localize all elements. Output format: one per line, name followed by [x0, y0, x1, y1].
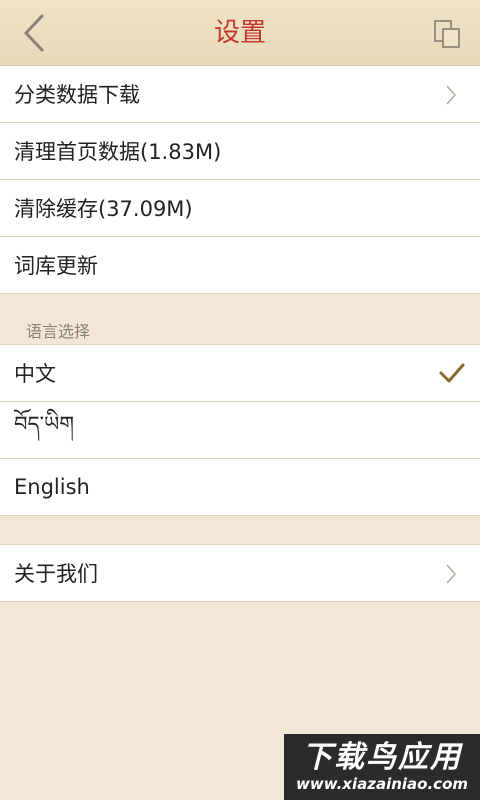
app-header: 设置	[0, 0, 480, 66]
language-option-tibetan[interactable]: བོད་ཡིག	[0, 402, 480, 459]
copy-icon	[434, 20, 460, 48]
row-category-download[interactable]: 分类数据下载	[0, 66, 480, 123]
row-clear-home-data[interactable]: 清理首页数据(1.83M)	[0, 123, 480, 180]
row-dictionary-update[interactable]: 词库更新	[0, 237, 480, 294]
row-label: 清理首页数据(1.83M)	[14, 140, 222, 164]
about-list: 关于我们	[0, 544, 480, 602]
page-title: 设置	[213, 18, 266, 48]
row-about-us[interactable]: 关于我们	[0, 545, 480, 602]
row-label: བོད་ཡིག	[14, 411, 75, 436]
language-list: 中文 བོད་ཡིག English	[0, 344, 480, 516]
copy-button[interactable]	[430, 16, 466, 52]
row-clear-cache[interactable]: 清除缓存(37.09M)	[0, 180, 480, 237]
chevron-right-icon	[446, 564, 457, 584]
settings-list: 分类数据下载 清理首页数据(1.83M) 清除缓存(37.09M) 词库更新	[0, 66, 480, 294]
watermark-url-text: www.xiazainiao.com	[295, 775, 469, 793]
row-label: 清除缓存(37.09M)	[14, 197, 193, 221]
chevron-right-icon	[446, 85, 457, 105]
row-label: 分类数据下载	[14, 83, 140, 107]
checkmark-icon	[439, 363, 465, 383]
watermark-main-text: 下载鸟应用	[302, 740, 462, 775]
watermark-logo: 下载鸟应用 www.xiazainiao.com	[284, 734, 480, 800]
row-label: 关于我们	[14, 562, 98, 586]
language-section-title: 语言选择	[26, 322, 91, 341]
language-option-english[interactable]: English	[0, 459, 480, 516]
language-option-chinese[interactable]: 中文	[0, 345, 480, 402]
row-label: 中文	[14, 362, 56, 386]
row-label: English	[14, 475, 90, 499]
row-label: 词库更新	[14, 254, 98, 278]
